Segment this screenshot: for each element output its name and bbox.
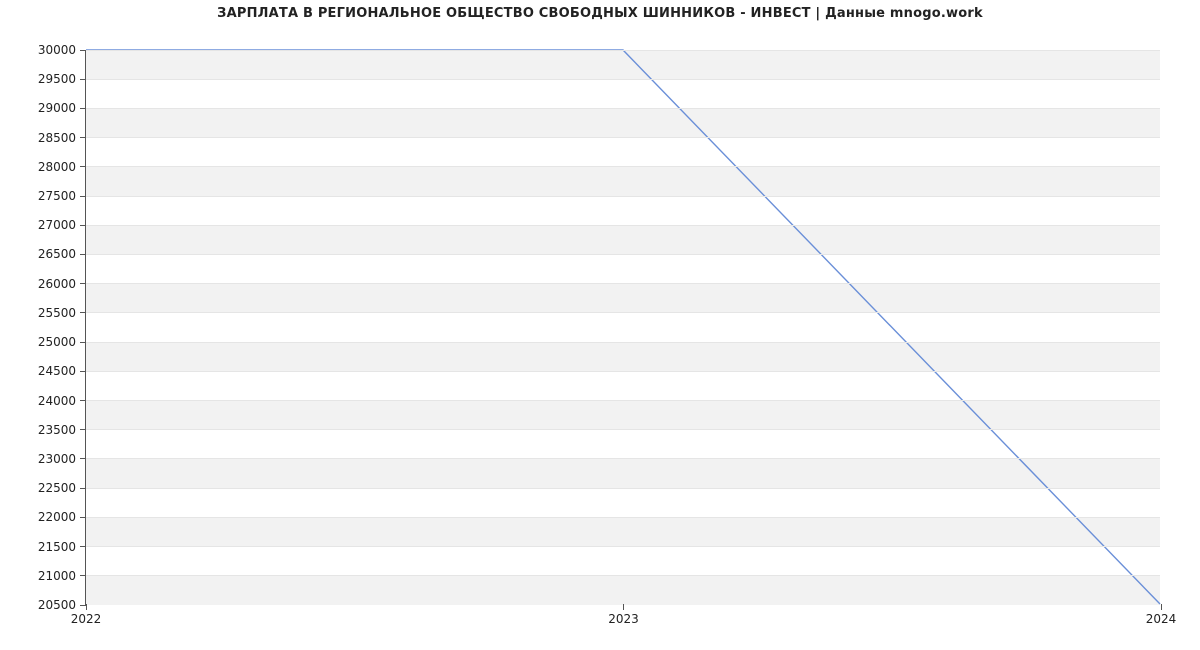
gridline <box>86 458 1160 459</box>
salary-line-chart: ЗАРПЛАТА В РЕГИОНАЛЬНОЕ ОБЩЕСТВО СВОБОДН… <box>0 0 1200 650</box>
gridline <box>86 50 1160 51</box>
y-tick-label: 21500 <box>38 540 86 554</box>
gridline <box>86 429 1160 430</box>
gridline <box>86 546 1160 547</box>
gridline <box>86 283 1160 284</box>
y-tick-label: 27000 <box>38 218 86 232</box>
chart-title: ЗАРПЛАТА В РЕГИОНАЛЬНОЕ ОБЩЕСТВО СВОБОДН… <box>0 6 1200 21</box>
gridline <box>86 137 1160 138</box>
gridline <box>86 254 1160 255</box>
x-tick-label: 2023 <box>608 612 639 626</box>
plot-area: 2050021000215002200022500230002350024000… <box>85 50 1160 605</box>
y-tick-label: 23500 <box>38 423 86 437</box>
gridline <box>86 400 1160 401</box>
x-tick-label: 2024 <box>1146 612 1177 626</box>
y-tick-label: 26500 <box>38 247 86 261</box>
gridline <box>86 225 1160 226</box>
y-tick-label: 22500 <box>38 481 86 495</box>
y-tick-label: 26000 <box>38 277 86 291</box>
x-tick-label: 2022 <box>71 612 102 626</box>
y-tick-label: 20500 <box>38 598 86 612</box>
gridline <box>86 166 1160 167</box>
gridline <box>86 488 1160 489</box>
y-tick-label: 30000 <box>38 43 86 57</box>
y-tick-label: 25000 <box>38 335 86 349</box>
y-tick-label: 29000 <box>38 101 86 115</box>
y-tick-label: 27500 <box>38 189 86 203</box>
y-tick-label: 25500 <box>38 306 86 320</box>
y-tick-label: 21000 <box>38 569 86 583</box>
gridline <box>86 79 1160 80</box>
gridline <box>86 517 1160 518</box>
y-tick-label: 24500 <box>38 364 86 378</box>
y-tick-label: 23000 <box>38 452 86 466</box>
y-tick-label: 28000 <box>38 160 86 174</box>
line-series <box>86 50 1160 604</box>
gridline <box>86 371 1160 372</box>
gridline <box>86 196 1160 197</box>
y-tick-label: 24000 <box>38 394 86 408</box>
x-tick <box>86 604 87 610</box>
gridline <box>86 312 1160 313</box>
y-tick-label: 29500 <box>38 72 86 86</box>
x-tick <box>623 604 624 610</box>
gridline <box>86 575 1160 576</box>
y-tick-label: 28500 <box>38 131 86 145</box>
gridline <box>86 108 1160 109</box>
y-tick-label: 22000 <box>38 510 86 524</box>
x-tick <box>1161 604 1162 610</box>
gridline <box>86 342 1160 343</box>
